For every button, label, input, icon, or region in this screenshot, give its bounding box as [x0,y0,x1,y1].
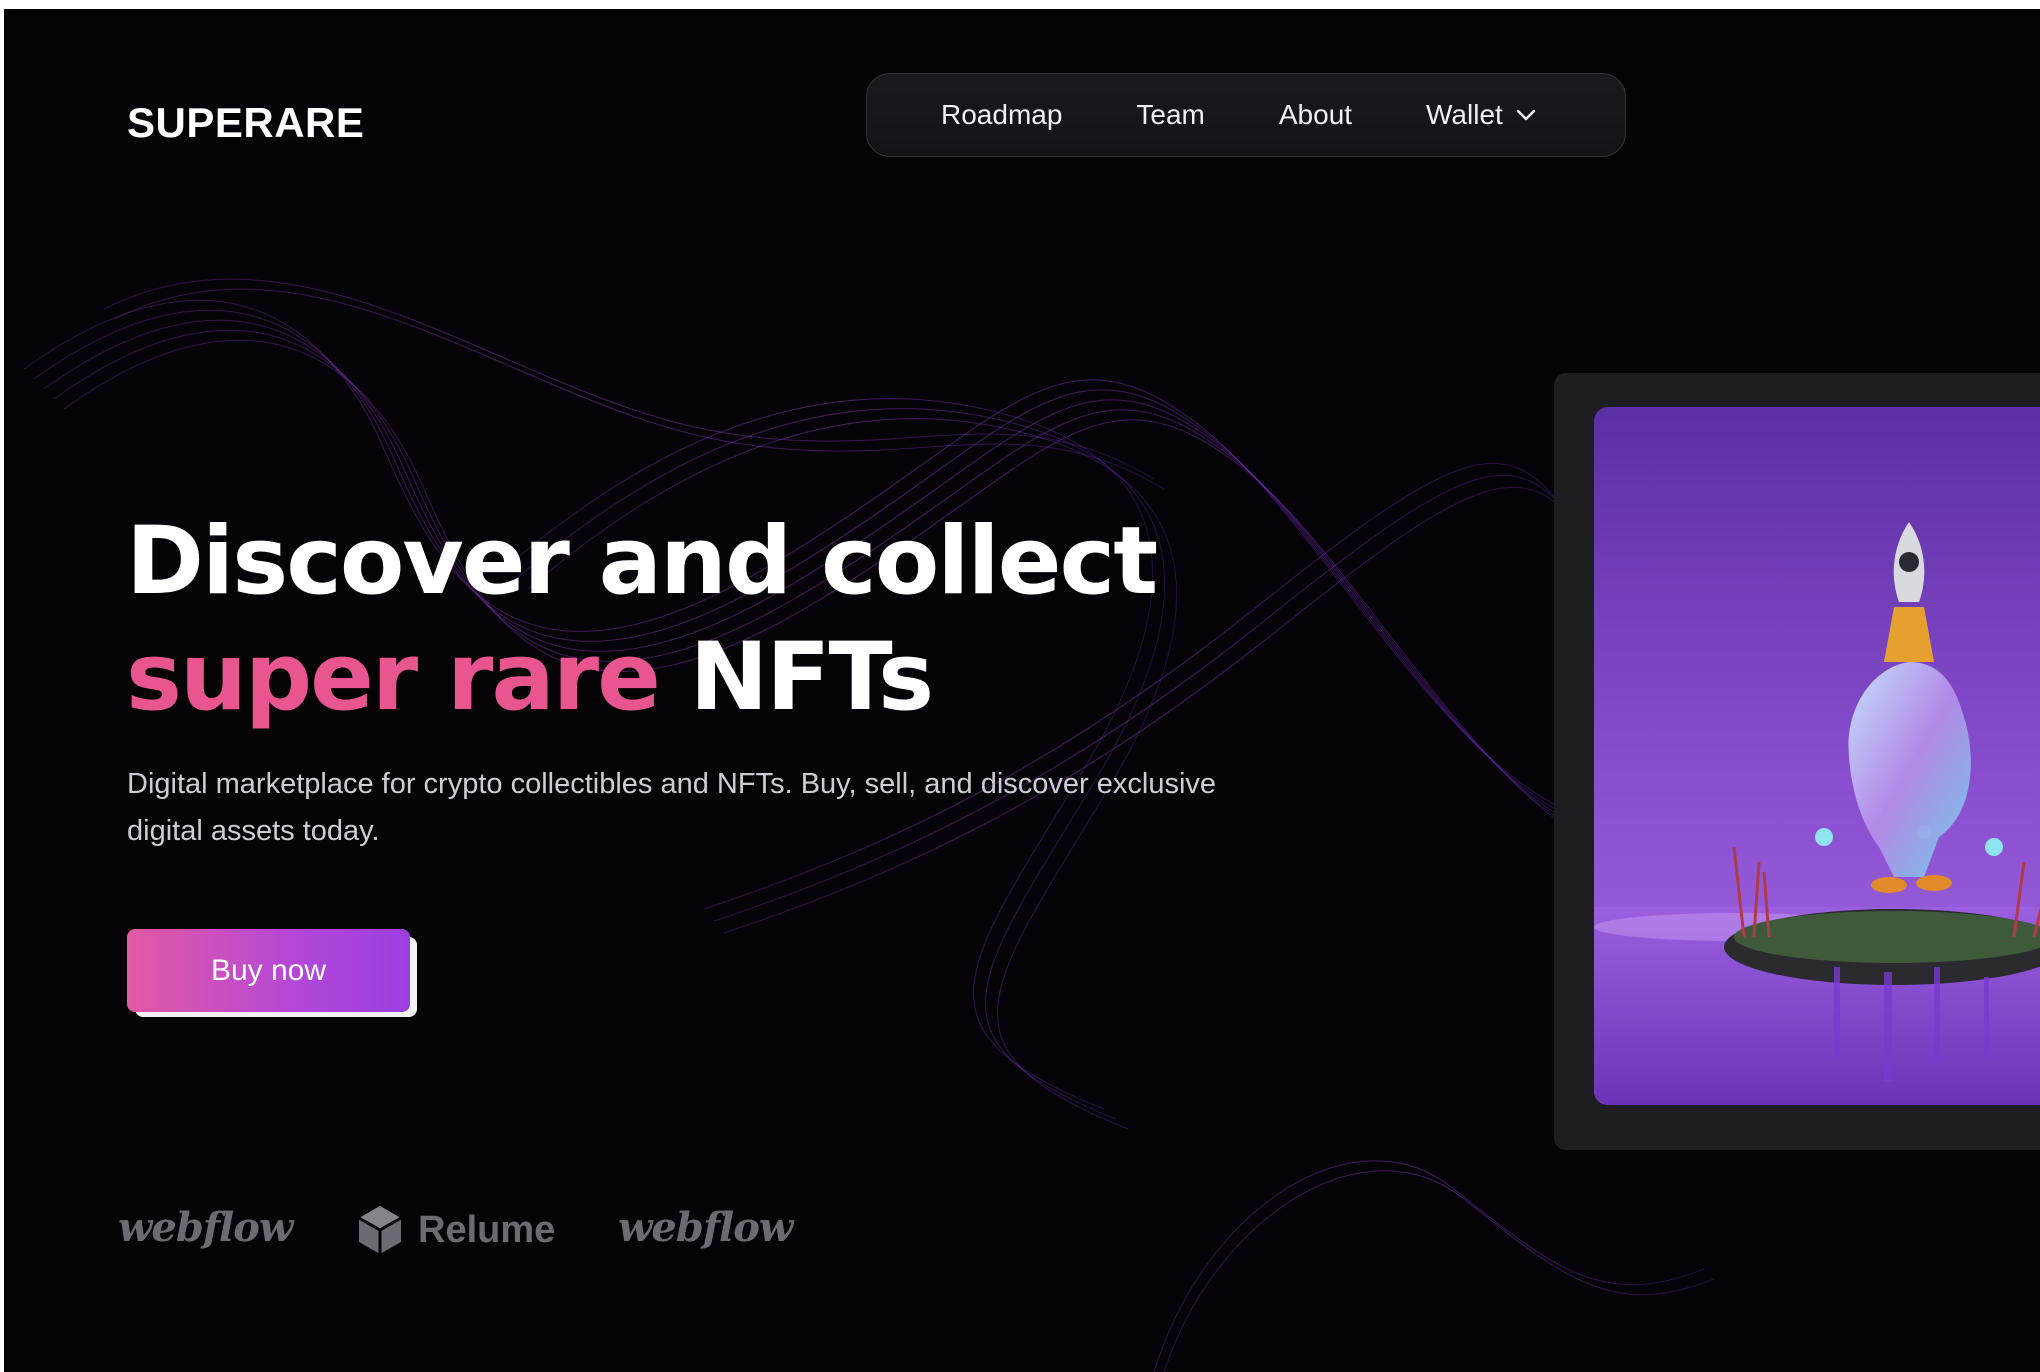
nav-item-wallet[interactable]: Wallet [1426,99,1537,131]
hero-description: Digital marketplace for crypto collectib… [127,768,1217,847]
hero-headline: Discover and collect super rare NFTs [126,504,1158,736]
partner-logo-webflow-2: webflow [618,1204,793,1251]
buy-now-button-wrapper: Buy now [127,929,419,1019]
main-nav: Roadmap Team About Wallet [866,73,1626,157]
nav-item-team[interactable]: Team [1136,99,1204,131]
nav-item-wallet-label: Wallet [1426,99,1503,130]
nav-item-roadmap[interactable]: Roadmap [941,99,1062,131]
hero-section: SUPERARE Roadmap Team About Wallet Disco… [4,9,2040,1372]
buy-now-button[interactable]: Buy now [127,929,410,1012]
nav-item-about[interactable]: About [1279,99,1352,131]
brand-logo[interactable]: SUPERARE [127,99,364,147]
headline-rest: NFTs [689,623,934,732]
nft-artwork-image[interactable] [1594,407,2040,1105]
chevron-down-icon [1516,109,1536,121]
partner-logo-webflow: webflow [118,1204,293,1251]
cube-icon [358,1206,402,1254]
nft-artwork-illustration [1594,407,2040,1105]
headline-highlight: super rare [126,623,661,732]
partner-logo-relume: Relume [356,1204,555,1256]
headline-line1: Discover and collect [126,507,1158,616]
partner-logo-relume-label: Relume [418,1208,556,1251]
